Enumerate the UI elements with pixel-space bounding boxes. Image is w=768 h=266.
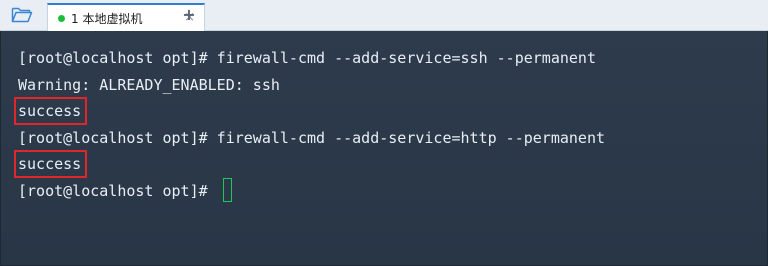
tab-bar: 1 本地虚拟机 × + — [0, 0, 768, 31]
terminal-line: [root@localhost opt]# firewall-cmd --add… — [18, 49, 596, 67]
terminal-line: Warning: ALREADY_ENABLED: ssh — [18, 75, 280, 94]
folder-open-icon — [11, 7, 33, 23]
terminal-line: [root@localhost opt]# firewall-cmd --add… — [18, 128, 605, 147]
terminal-cursor — [222, 178, 232, 202]
tab-label: 1 本地虚拟机 — [71, 11, 143, 26]
open-session-button[interactable] — [9, 4, 35, 26]
terminal-prompt: [root@localhost opt]# — [18, 181, 217, 200]
terminal-output[interactable]: [root@localhost opt]# firewall-cmd --add… — [0, 31, 768, 266]
terminal-prompt-line[interactable]: [root@localhost opt]# — [18, 178, 767, 205]
add-tab-button[interactable]: + — [180, 6, 198, 24]
connection-status-icon — [58, 14, 65, 22]
terminal-line: success — [13, 97, 767, 125]
highlighted-success: success — [13, 150, 88, 178]
highlighted-success: success — [13, 97, 88, 125]
terminal-line: success — [13, 150, 767, 178]
